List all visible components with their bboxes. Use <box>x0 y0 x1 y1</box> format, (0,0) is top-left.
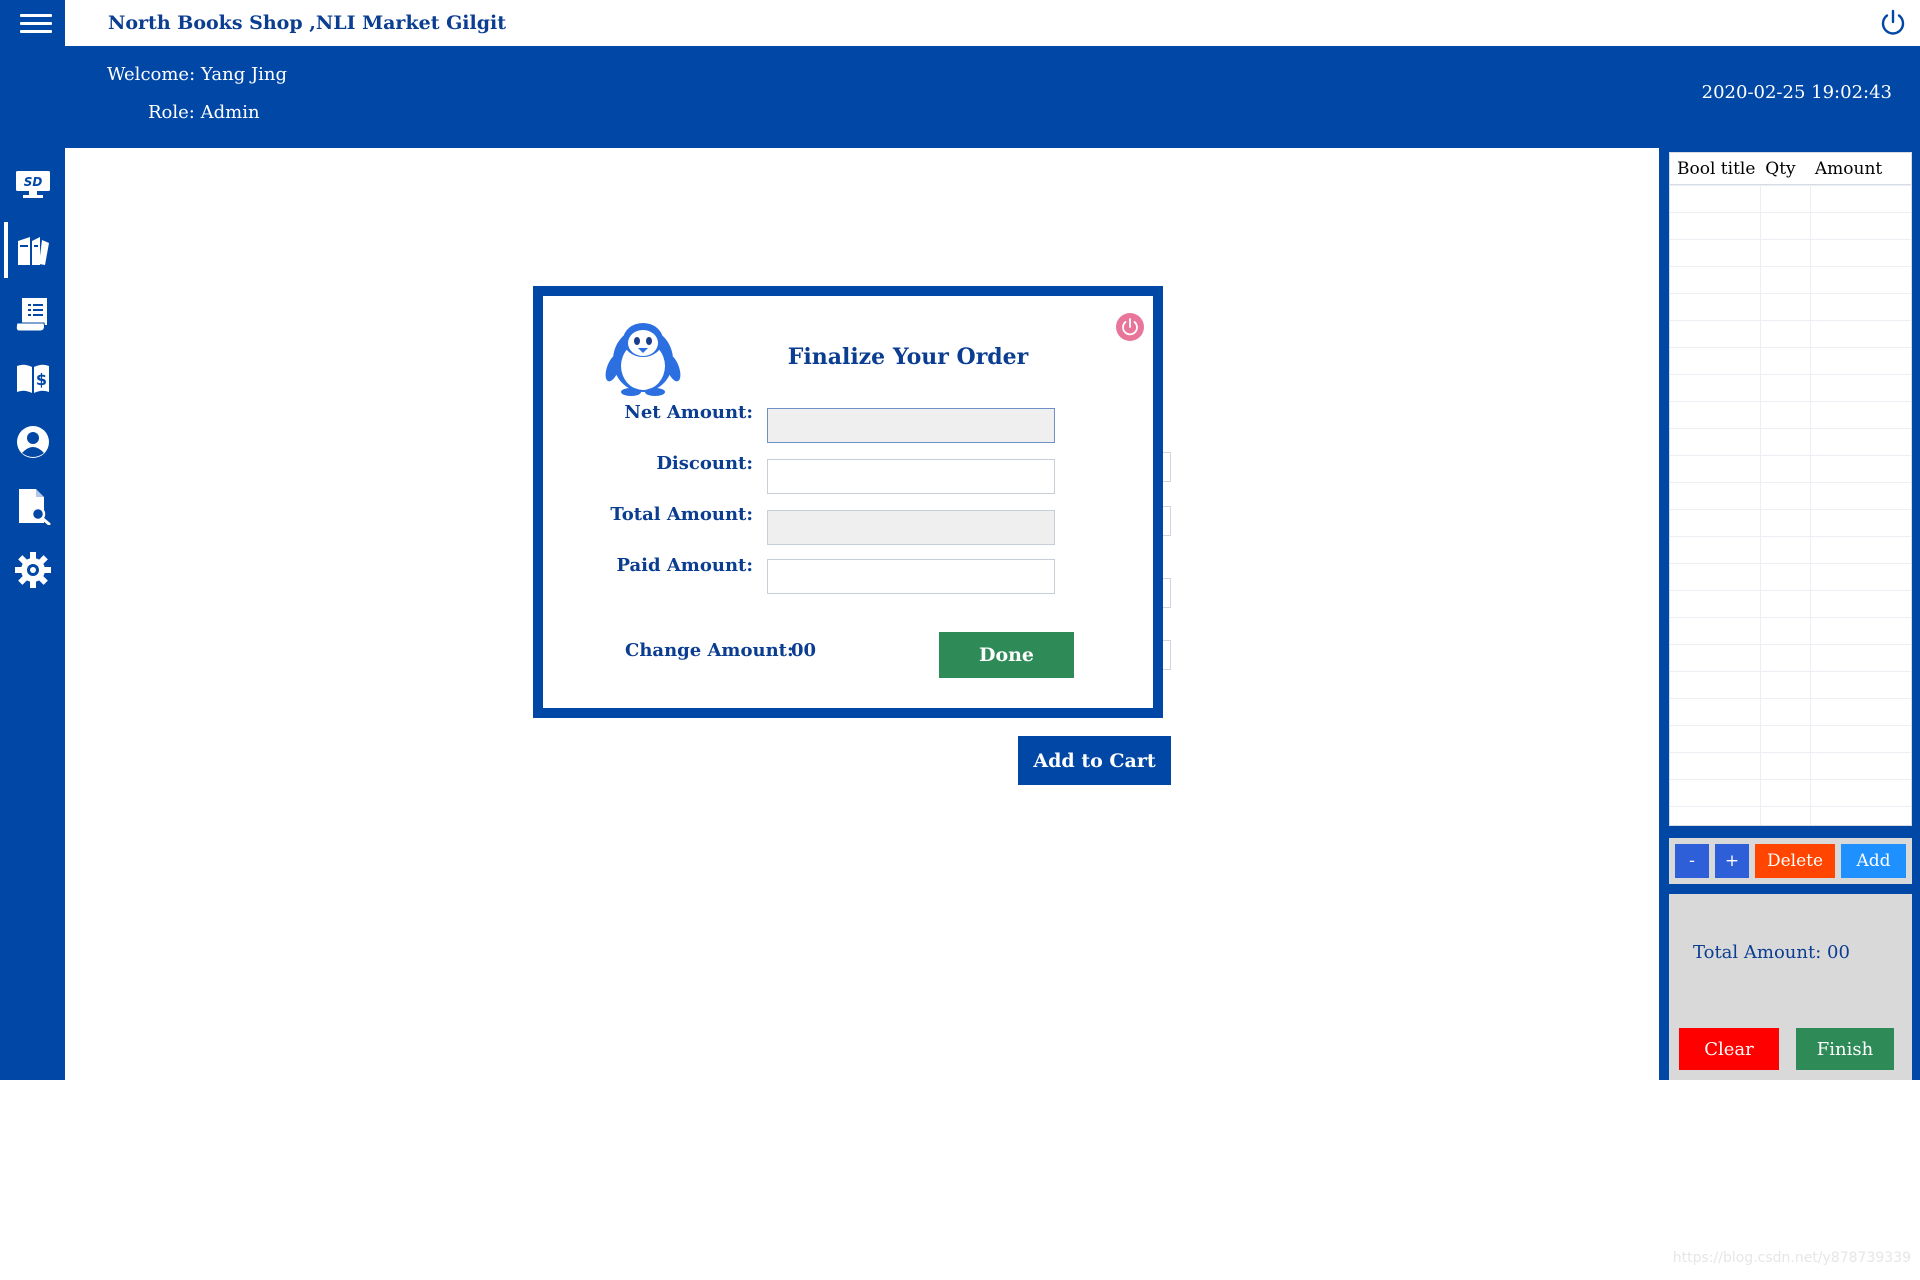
svg-text:$: $ <box>35 370 46 389</box>
done-button[interactable]: Done <box>939 632 1074 678</box>
delete-item-button[interactable]: Delete <box>1755 844 1835 878</box>
increase-qty-button[interactable]: + <box>1715 844 1749 878</box>
sidebar-item-sales[interactable]: $ <box>0 350 65 406</box>
column-header-amount[interactable]: Amount <box>1809 153 1911 184</box>
change-amount-label: Change Amount: <box>625 640 794 661</box>
net-amount-input[interactable] <box>767 408 1055 443</box>
book-dollar-icon: $ <box>16 364 49 393</box>
gear-icon <box>14 552 51 588</box>
paid-amount-label: Paid Amount: <box>616 555 753 576</box>
change-amount-value: 00 <box>791 640 817 661</box>
watermark: https://blog.csdn.net/y878739339 <box>1672 1250 1911 1266</box>
cart-summary: Total Amount: 00 Clear Finish <box>1669 894 1912 1080</box>
cart-table-body[interactable] <box>1670 185 1911 825</box>
cart-panel: Bool title Qty Amount - + Delete Add Tot… <box>1659 148 1920 1080</box>
finish-button[interactable]: Finish <box>1796 1028 1894 1070</box>
hamburger-icon[interactable] <box>0 0 65 46</box>
power-icon[interactable] <box>1878 8 1908 38</box>
header: Welcome: Yang Jing Role: Admin 2020-02-2… <box>0 46 1920 148</box>
cart-total: Total Amount: 00 <box>1693 942 1850 963</box>
cart-actions-bar: - + Delete Add <box>1669 838 1912 884</box>
books-icon <box>17 237 49 265</box>
welcome-text: Welcome: Yang Jing <box>107 64 287 85</box>
sidebar-item-books[interactable] <box>0 222 65 278</box>
column-header-qty[interactable]: Qty <box>1759 153 1809 184</box>
sidebar: SD $ <box>0 148 65 1080</box>
app-window: North Books Shop ,NLI Market Gilgit Welc… <box>0 0 1920 1080</box>
sidebar-item-users[interactable] <box>0 414 65 470</box>
welcome-label: Welcome: <box>107 64 196 85</box>
cart-table-header: Bool title Qty Amount <box>1670 153 1911 185</box>
total-amount-label: Total Amount: <box>610 504 753 525</box>
sidebar-item-dashboard[interactable]: SD <box>0 156 65 212</box>
decrease-qty-button[interactable]: - <box>1675 844 1709 878</box>
role-value: Admin <box>200 102 260 123</box>
clear-button[interactable]: Clear <box>1679 1028 1779 1070</box>
finalize-order-dialog: Finalize Your Order Net Amount: Discount… <box>533 286 1163 718</box>
app-title: North Books Shop ,NLI Market Gilgit <box>108 12 507 34</box>
document-list-icon <box>15 298 47 332</box>
user-icon <box>16 426 49 458</box>
add-item-button[interactable]: Add <box>1841 844 1906 878</box>
sidebar-item-search[interactable] <box>0 478 65 534</box>
role-text: Role: Admin <box>148 102 260 123</box>
total-amount-input[interactable] <box>767 510 1055 545</box>
cart-table[interactable]: Bool title Qty Amount <box>1669 152 1912 826</box>
net-amount-label: Net Amount: <box>624 402 753 423</box>
file-search-icon <box>18 489 50 525</box>
datetime: 2020-02-25 19:02:43 <box>1701 82 1892 103</box>
cart-total-label: Total Amount: <box>1693 942 1822 963</box>
paid-amount-input[interactable] <box>767 559 1055 594</box>
title-bar: North Books Shop ,NLI Market Gilgit <box>0 0 1920 46</box>
add-to-cart-button[interactable]: Add to Cart <box>1018 736 1171 785</box>
monitor-sd-icon: SD <box>15 171 50 198</box>
user-name: Yang Jing <box>200 64 288 85</box>
svg-text:SD: SD <box>23 175 42 189</box>
dialog-title: Finalize Your Order <box>787 344 1029 370</box>
discount-input[interactable] <box>767 459 1055 494</box>
role-label: Role: <box>148 102 195 123</box>
sidebar-item-invoice[interactable] <box>0 286 65 342</box>
power-close-icon[interactable] <box>1115 312 1145 342</box>
cart-total-value: 00 <box>1827 942 1850 963</box>
discount-label: Discount: <box>656 453 753 474</box>
column-header-title[interactable]: Bool title <box>1670 153 1759 184</box>
sidebar-item-settings[interactable] <box>0 542 65 598</box>
